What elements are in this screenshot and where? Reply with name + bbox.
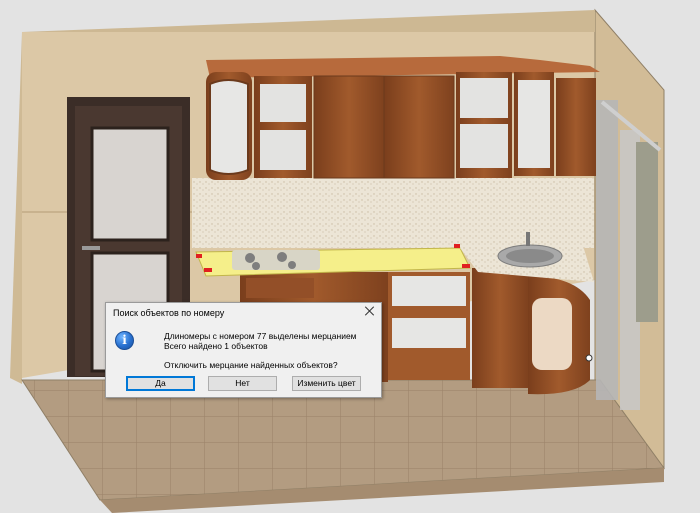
ceiling-edge xyxy=(22,10,595,32)
change-color-button[interactable]: Изменить цвет xyxy=(292,376,361,391)
info-icon: i xyxy=(115,331,134,350)
find-by-number-dialog: Поиск объектов по номеру i Длиномеры с н… xyxy=(105,302,382,398)
kitchen-3d-viewport[interactable] xyxy=(0,0,700,513)
dialog-title: Поиск объектов по номеру xyxy=(113,308,225,318)
yes-button[interactable]: Да xyxy=(126,376,195,391)
close-icon[interactable] xyxy=(365,306,375,316)
backsplash xyxy=(192,178,594,248)
left-wall xyxy=(10,32,22,384)
upper-cabinets xyxy=(206,56,600,180)
no-button[interactable]: Нет xyxy=(208,376,277,391)
dialog-message-line1: Длиномеры с номером 77 выделены мерцание… xyxy=(164,331,357,341)
dialog-message-line2: Всего найдено 1 объектов xyxy=(164,341,268,351)
dialog-question: Отключить мерцание найденных объектов? xyxy=(164,360,338,370)
